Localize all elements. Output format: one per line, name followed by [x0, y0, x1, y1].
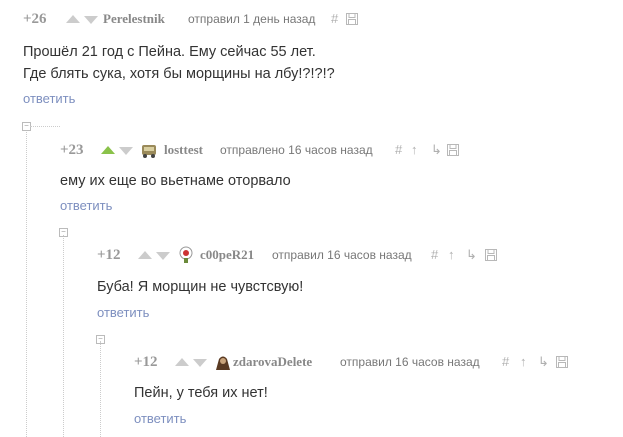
- avatar: [179, 246, 193, 263]
- thread-connector: [30, 126, 60, 127]
- reply-link[interactable]: ответить: [60, 197, 610, 215]
- comment-text-line: Пейн, у тебя их нет!: [134, 385, 268, 401]
- hash-icon[interactable]: #: [502, 351, 509, 373]
- save-icon[interactable]: [556, 356, 568, 368]
- reply-link[interactable]: ответить: [97, 304, 607, 322]
- comment-text-line: Прошёл 21 год с Пейна. Ему сейчас 55 лет…: [23, 44, 316, 60]
- save-icon[interactable]: [485, 249, 497, 261]
- downvote-icon[interactable]: [156, 252, 170, 260]
- comment-text-line: ему их еще во вьетнаме оторвало: [60, 173, 291, 189]
- reply-link[interactable]: ответить: [134, 410, 614, 428]
- save-icon[interactable]: [346, 13, 358, 25]
- comment-text-line: Буба! Я морщин не чувстсвую!: [97, 279, 304, 295]
- branch-icon[interactable]: ↳: [538, 351, 549, 373]
- save-icon[interactable]: [447, 144, 459, 156]
- reply-link[interactable]: ответить: [23, 90, 613, 108]
- comment-header: +26 Perelestnik отправил 1 день назад #: [23, 8, 613, 30]
- comment-author[interactable]: zdarovaDelete: [233, 351, 312, 373]
- comment-header: +12 zdarovaDelete отправил 16 часов наза…: [134, 351, 614, 373]
- thread-line: [100, 341, 101, 437]
- downvote-icon[interactable]: [193, 359, 207, 367]
- upvote-icon[interactable]: [138, 251, 152, 259]
- comment-rating: +12: [134, 354, 158, 370]
- comment: +12 zdarovaDelete отправил 16 часов наза…: [134, 351, 614, 428]
- comment-time[interactable]: отправлено 16 часов назад: [220, 139, 373, 161]
- hash-icon[interactable]: #: [431, 244, 438, 266]
- parent-link-icon[interactable]: ↑: [411, 139, 418, 161]
- hash-icon[interactable]: #: [331, 8, 338, 30]
- branch-icon[interactable]: ↳: [431, 139, 442, 161]
- downvote-icon[interactable]: [84, 16, 98, 24]
- comment: +26 Perelestnik отправил 1 день назад # …: [23, 8, 613, 108]
- comment-header: +23 losttest отправлено 16 часов назад #…: [60, 139, 610, 161]
- comment-header: +12 c00peR21 отправил 16 часов назад # ↑…: [97, 244, 607, 266]
- comment-text-line: Где блять сука, хотя бы морщины на лбу!?…: [23, 66, 335, 82]
- comment-author[interactable]: Perelestnik: [103, 8, 165, 30]
- avatar: [142, 145, 156, 158]
- comment-rating: +12: [97, 247, 121, 263]
- comment-author[interactable]: c00peR21: [200, 244, 254, 266]
- collapse-icon[interactable]: −: [59, 228, 68, 237]
- avatar: [216, 356, 230, 370]
- collapse-icon[interactable]: −: [96, 335, 105, 344]
- upvote-icon[interactable]: [66, 15, 80, 23]
- comment-time[interactable]: отправил 1 день назад: [188, 8, 315, 30]
- comment-time[interactable]: отправил 16 часов назад: [272, 244, 412, 266]
- parent-link-icon[interactable]: ↑: [448, 244, 455, 266]
- comment-time[interactable]: отправил 16 часов назад: [340, 351, 480, 373]
- upvote-icon[interactable]: [175, 358, 189, 366]
- comment-author[interactable]: losttest: [164, 139, 203, 161]
- downvote-icon[interactable]: [119, 147, 133, 155]
- comment-rating: +26: [23, 11, 47, 27]
- comment: +12 c00peR21 отправил 16 часов назад # ↑…: [97, 244, 607, 322]
- thread-line: [26, 130, 27, 437]
- thread-line: [63, 235, 64, 437]
- hash-icon[interactable]: #: [395, 139, 402, 161]
- comment: +23 losttest отправлено 16 часов назад #…: [60, 139, 610, 215]
- parent-link-icon[interactable]: ↑: [520, 351, 527, 373]
- comment-rating: +23: [60, 142, 84, 158]
- branch-icon[interactable]: ↳: [466, 244, 477, 266]
- upvote-icon[interactable]: [101, 146, 115, 154]
